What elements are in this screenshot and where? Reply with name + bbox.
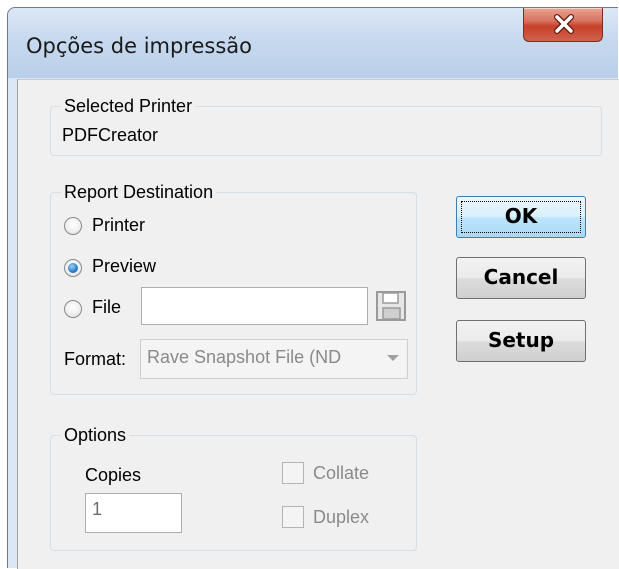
format-select[interactable]: Rave Snapshot File (ND — [140, 339, 408, 379]
preview-radio[interactable] — [64, 259, 82, 277]
ok-button[interactable]: OK — [456, 196, 586, 238]
selected-printer-group: Selected Printer PDFCreator — [50, 95, 602, 156]
preview-radio-label[interactable]: Preview — [92, 255, 156, 277]
printer-radio-label[interactable]: Printer — [92, 214, 145, 236]
options-legend: Options — [61, 424, 130, 446]
copies-input[interactable]: 1 — [85, 493, 182, 533]
setup-button[interactable]: Setup — [456, 320, 586, 362]
print-options-dialog: Opções de impressão Selected Printer PDF… — [7, 7, 619, 569]
duplex-label[interactable]: Duplex — [313, 506, 369, 528]
close-icon — [554, 14, 574, 34]
cancel-button[interactable]: Cancel — [456, 257, 586, 299]
floppy-disk-icon[interactable] — [374, 289, 408, 323]
duplex-checkbox[interactable] — [282, 506, 304, 528]
close-button[interactable] — [523, 8, 603, 42]
printer-radio[interactable] — [64, 217, 82, 235]
report-destination-legend: Report Destination — [61, 181, 217, 203]
report-destination-group: Report Destination Printer Preview File … — [50, 181, 417, 395]
file-path-input[interactable] — [141, 287, 368, 325]
format-label: Format: — [64, 349, 127, 369]
window-title: Opções de impressão — [26, 34, 253, 58]
copies-label: Copies — [85, 465, 142, 485]
dialog-body: Selected Printer PDFCreator Report Desti… — [17, 79, 619, 569]
chevron-down-icon — [387, 355, 399, 361]
format-select-value: Rave Snapshot File (ND — [147, 347, 342, 367]
file-radio[interactable] — [64, 300, 82, 318]
title-bar[interactable]: Opções de impressão — [8, 8, 618, 78]
file-radio-label[interactable]: File — [92, 296, 121, 318]
selected-printer-value: PDFCreator — [62, 125, 159, 145]
collate-label[interactable]: Collate — [313, 462, 369, 484]
selected-printer-legend: Selected Printer — [61, 95, 196, 117]
options-group: Options Copies 1 Collate Duplex — [50, 424, 417, 551]
collate-checkbox[interactable] — [282, 462, 304, 484]
